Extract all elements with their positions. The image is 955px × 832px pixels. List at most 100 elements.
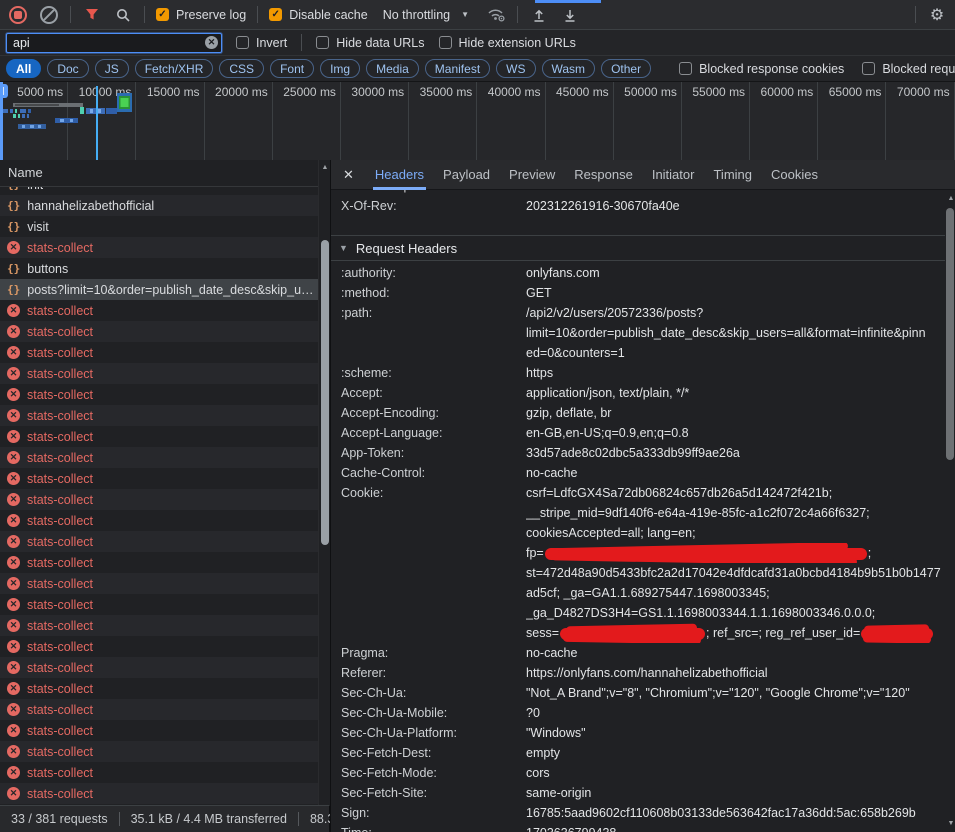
filter-pill-media[interactable]: Media xyxy=(366,59,419,78)
scrollbar-thumb[interactable] xyxy=(321,240,329,545)
request-row[interactable]: {}visit xyxy=(0,216,318,237)
request-row[interactable]: {}buttons xyxy=(0,258,318,279)
tab-preview[interactable]: Preview xyxy=(509,160,555,190)
request-row[interactable]: ✕stats-collect xyxy=(0,594,318,615)
hide-extension-urls-checkbox[interactable]: Hide extension URLs xyxy=(439,36,576,50)
throttling-dropdown[interactable]: No throttling ▼ xyxy=(383,8,469,22)
header-value-text: /api2/v2/users/20572336/posts? xyxy=(526,306,703,320)
request-row[interactable]: ✕stats-collect xyxy=(0,573,318,594)
header-value-text: no-cache xyxy=(526,646,577,660)
filter-pill-ws[interactable]: WS xyxy=(496,59,535,78)
details-scrollbar[interactable]: ▲ ▼ xyxy=(945,190,955,832)
header-name xyxy=(331,343,526,363)
network-overview-timeline[interactable]: 5000 ms10000 ms15000 ms20000 ms25000 ms3… xyxy=(0,82,955,161)
request-row[interactable]: ✕stats-collect xyxy=(0,762,318,783)
request-name: stats-collect xyxy=(27,346,93,360)
tab-initiator[interactable]: Initiator xyxy=(652,160,695,190)
request-row[interactable]: {}hannahelizabethofficial xyxy=(0,195,318,216)
error-icon: ✕ xyxy=(7,514,20,527)
filter-toggle-button[interactable] xyxy=(82,5,102,25)
request-row[interactable]: ✕stats-collect xyxy=(0,489,318,510)
dom-content-loaded-line xyxy=(96,86,98,160)
clear-filter-icon[interactable]: ✕ xyxy=(205,36,218,49)
filter-pill-font[interactable]: Font xyxy=(270,59,314,78)
header-name: Pragma: xyxy=(331,643,526,663)
search-button[interactable] xyxy=(113,5,133,25)
request-row[interactable]: {}posts?limit=10&order=publish_date_desc… xyxy=(0,279,318,300)
filter-bar: ✕ Invert Hide data URLs Hide extension U… xyxy=(0,30,955,56)
request-row[interactable]: ✕stats-collect xyxy=(0,552,318,573)
settings-button[interactable]: ⚙ xyxy=(927,5,947,25)
header-row: :authority:onlyfans.com xyxy=(331,263,945,283)
filter-pill-fetch-xhr[interactable]: Fetch/XHR xyxy=(135,59,214,78)
record-button[interactable] xyxy=(8,5,28,25)
close-icon[interactable]: ✕ xyxy=(343,167,354,183)
request-row[interactable]: ✕stats-collect xyxy=(0,783,318,804)
hide-data-urls-checkbox[interactable]: Hide data URLs xyxy=(316,36,424,50)
scrollbar-thumb[interactable] xyxy=(946,208,954,460)
invert-label: Invert xyxy=(256,36,287,50)
scroll-down-icon[interactable]: ▼ xyxy=(945,819,955,829)
type-checkbox-label: Blocked response cookies xyxy=(699,62,844,76)
filter-pill-css[interactable]: CSS xyxy=(219,59,264,78)
request-name: stats-collect xyxy=(27,325,93,339)
request-row[interactable]: ✕stats-collect xyxy=(0,426,318,447)
header-name: App-Token: xyxy=(331,443,526,463)
overview-selection-handle-grip[interactable] xyxy=(0,84,8,98)
request-name: stats-collect xyxy=(27,556,93,570)
tab-payload[interactable]: Payload xyxy=(443,160,490,190)
type-checkbox-0[interactable]: Blocked response cookies xyxy=(679,62,844,76)
request-row[interactable]: ✕stats-collect xyxy=(0,405,318,426)
tab-headers[interactable]: Headers xyxy=(375,160,424,190)
disable-cache-checkbox[interactable]: ✓ Disable cache xyxy=(269,8,368,22)
tab-cookies[interactable]: Cookies xyxy=(771,160,818,190)
request-headers-section-toggle[interactable]: ▼ Request Headers xyxy=(331,236,945,260)
request-row[interactable]: ✕stats-collect xyxy=(0,657,318,678)
tab-timing[interactable]: Timing xyxy=(713,160,752,190)
request-row[interactable]: ✕stats-collect xyxy=(0,384,318,405)
request-row[interactable]: ✕stats-collect xyxy=(0,300,318,321)
filter-pill-js[interactable]: JS xyxy=(95,59,129,78)
scroll-up-icon[interactable]: ▲ xyxy=(945,194,955,204)
request-row[interactable]: ✕stats-collect xyxy=(0,237,318,258)
header-name xyxy=(331,583,526,603)
request-row[interactable]: ✕stats-collect xyxy=(0,510,318,531)
header-name xyxy=(331,323,526,343)
request-row[interactable]: ✕stats-collect xyxy=(0,615,318,636)
network-conditions-button[interactable] xyxy=(486,5,506,25)
clear-button[interactable] xyxy=(39,5,59,25)
tab-response[interactable]: Response xyxy=(574,160,633,190)
request-row[interactable]: ✕stats-collect xyxy=(0,741,318,762)
error-icon: ✕ xyxy=(7,451,20,464)
request-row[interactable]: ✕stats-collect xyxy=(0,468,318,489)
request-row[interactable]: ✕stats-collect xyxy=(0,531,318,552)
header-value: ad5cf; _ga=GA1.1.689275447.1698003345; xyxy=(526,583,945,603)
request-row[interactable]: ✕stats-collect xyxy=(0,720,318,741)
request-row[interactable]: ✕stats-collect xyxy=(0,447,318,468)
type-checkbox-1[interactable]: Blocked requests xyxy=(862,62,955,76)
invert-checkbox[interactable]: Invert xyxy=(236,36,287,50)
filter-pill-other[interactable]: Other xyxy=(601,59,651,78)
request-row[interactable]: {}init xyxy=(0,186,318,195)
filter-input[interactable] xyxy=(6,33,222,53)
export-har-button[interactable] xyxy=(560,5,580,25)
request-row[interactable]: ✕stats-collect xyxy=(0,342,318,363)
filter-pill-all[interactable]: All xyxy=(6,59,41,78)
request-row[interactable]: ✕stats-collect xyxy=(0,363,318,384)
header-name: Accept: xyxy=(331,383,526,403)
filter-pill-manifest[interactable]: Manifest xyxy=(425,59,490,78)
devtools-network-panel: ✓ Preserve log ✓ Disable cache No thrott… xyxy=(0,0,955,832)
filter-pill-img[interactable]: Img xyxy=(320,59,360,78)
filter-pill-doc[interactable]: Doc xyxy=(47,59,88,78)
import-har-button[interactable] xyxy=(529,5,549,25)
filter-pill-wasm[interactable]: Wasm xyxy=(542,59,596,78)
request-row[interactable]: ✕stats-collect xyxy=(0,678,318,699)
request-row[interactable]: ✕stats-collect xyxy=(0,699,318,720)
preserve-log-checkbox[interactable]: ✓ Preserve log xyxy=(156,8,246,22)
header-value-text: application/json, text/plain, */* xyxy=(526,386,689,400)
name-column-header[interactable]: Name xyxy=(0,160,318,187)
error-icon: ✕ xyxy=(7,745,20,758)
request-row[interactable]: ✕stats-collect xyxy=(0,636,318,657)
error-icon: ✕ xyxy=(7,535,20,548)
request-row[interactable]: ✕stats-collect xyxy=(0,321,318,342)
